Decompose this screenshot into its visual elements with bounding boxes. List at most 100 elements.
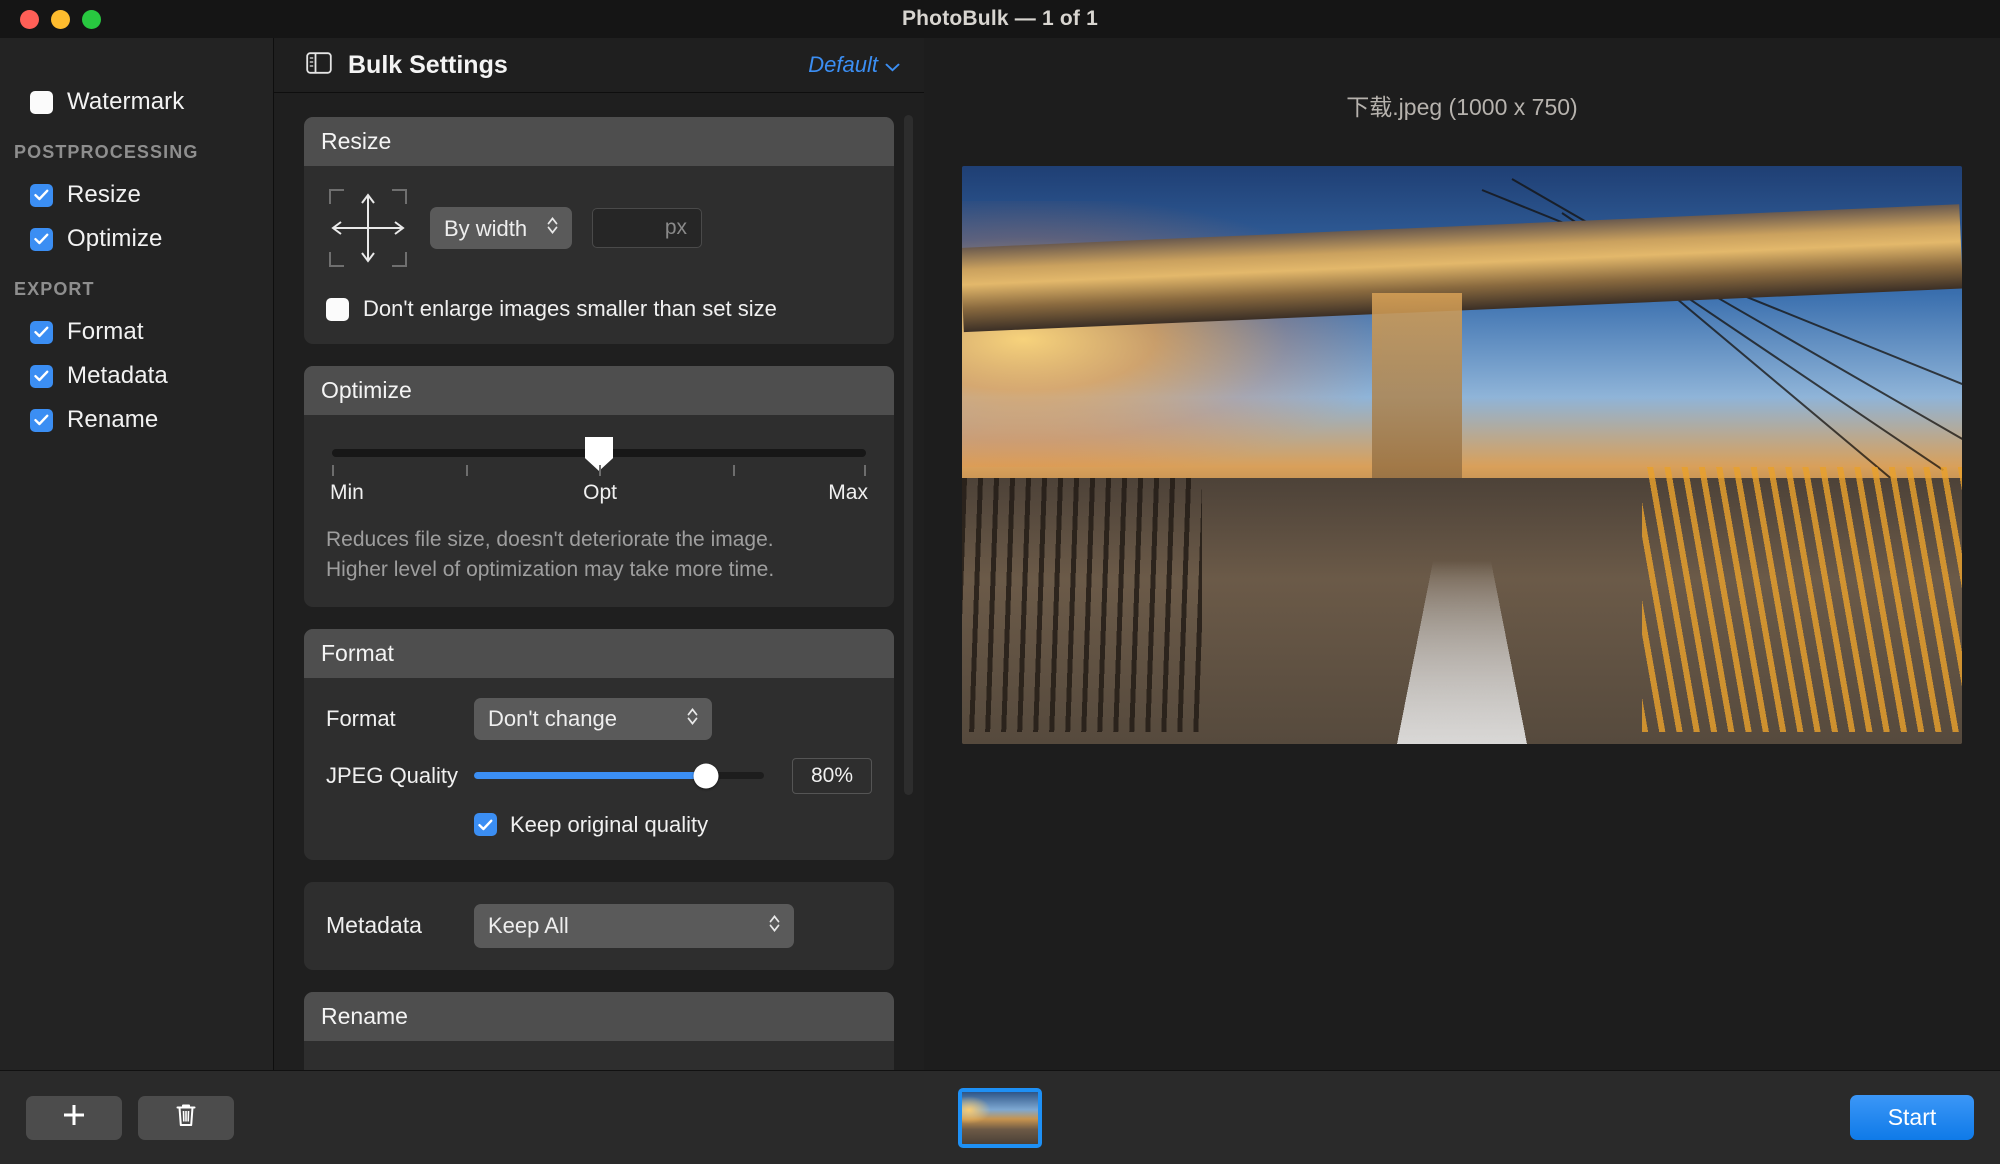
format-select-row: Format Don't changeJPEGPNGTIFFGIFBMPHEIC… <box>326 697 872 740</box>
sidebar-item-label: Watermark <box>67 88 185 115</box>
delete-files-button[interactable] <box>138 1095 234 1140</box>
sidebar-item-rename[interactable]: Rename <box>0 398 273 442</box>
maximize-button[interactable] <box>82 9 101 29</box>
thumbnail-image <box>962 1091 1038 1144</box>
sidebar-item-label: Format <box>67 318 144 345</box>
window-body: Watermark POSTPROCESSING Resize Optimize… <box>0 38 2000 1070</box>
resize-mode-select[interactable]: By widthBy heightBy percentageFree sizeF… <box>430 207 572 249</box>
jpeg-quality-thumb[interactable] <box>693 763 719 789</box>
format-select[interactable]: Don't changeJPEGPNGTIFFGIFBMPHEICWEBP <box>474 697 712 740</box>
optimize-description-line1: Reduces file size, doesn't deteriorate t… <box>326 528 774 551</box>
sidebar-item-label: Optimize <box>67 225 163 252</box>
preview-pane: 下载.jpeg (1000 x 750) <box>924 38 2000 1070</box>
sidebar-group-title-export: EXPORT <box>14 279 95 299</box>
preview-image <box>962 166 1962 744</box>
metadata-card: Metadata Keep AllRemove AllKeep Copyrigh… <box>304 881 894 970</box>
optimize-card-body: Min Opt Max Reduces file size, doesn't d… <box>304 415 894 607</box>
rename-card-header: Rename <box>304 991 894 1041</box>
left-railing <box>962 478 1202 733</box>
sidebar-group-title-postprocessing: POSTPROCESSING <box>14 142 199 162</box>
jpeg-quality-fill <box>474 772 706 780</box>
jpeg-quality-row: JPEG Quality 80% <box>326 757 872 794</box>
resize-card-body: By widthBy heightBy percentageFree sizeF… <box>304 166 894 344</box>
sidebar-item-watermark[interactable]: Watermark <box>0 80 273 124</box>
file-thumbnail[interactable] <box>958 1087 1042 1148</box>
jpeg-quality-slider[interactable] <box>474 763 764 789</box>
sidebar-item-label: Resize <box>67 181 141 208</box>
photobulk-window: PhotoBulk — 1 of 1 Watermark POSTPROCESS… <box>0 0 2000 1164</box>
sidebar: Watermark POSTPROCESSING Resize Optimize… <box>0 38 274 1070</box>
format-checkbox[interactable] <box>30 320 53 344</box>
keep-original-quality-row[interactable]: Keep original quality <box>326 812 872 838</box>
optimize-label-min: Min <box>330 481 364 504</box>
panel-title: Bulk Settings <box>348 50 508 79</box>
resize-checkbox[interactable] <box>30 183 53 207</box>
panel-toggle-icon[interactable] <box>306 51 332 80</box>
no-enlarge-checkbox[interactable] <box>326 297 349 321</box>
format-card-header: Format <box>304 628 894 678</box>
optimize-label-opt: Opt <box>583 481 617 504</box>
optimize-label-max: Max <box>828 481 868 504</box>
resize-dimensions-icon <box>326 186 410 270</box>
metadata-label: Metadata <box>326 912 422 939</box>
optimize-description-line2: Higher level of optimization may take mo… <box>326 557 775 581</box>
sidebar-item-label: Rename <box>67 406 159 433</box>
metadata-row: Metadata Keep AllRemove AllKeep Copyrigh… <box>304 882 894 970</box>
resize-card-header: Resize <box>304 117 894 166</box>
bulk-settings-panel: Bulk Settings Default Resize By width px… <box>274 38 924 1070</box>
optimize-card: Optimize Min Opt Max Reduces file size, … <box>304 366 894 607</box>
resize-size-input[interactable]: px <box>592 208 702 248</box>
trash-icon <box>174 1102 198 1133</box>
sidebar-item-metadata[interactable]: Metadata <box>0 354 273 398</box>
format-field-label: Format <box>326 705 396 731</box>
settings-scrollbar[interactable] <box>904 115 913 795</box>
start-button[interactable]: Start <box>1850 1095 1974 1140</box>
resize-card: Resize By width px Don't enlarge images … <box>304 117 894 344</box>
preview-filename: 下载.jpeg (1000 x 750) <box>1346 94 1578 120</box>
optimize-description: Reduces file size, doesn't deteriorate t… <box>326 525 872 585</box>
close-button[interactable] <box>20 9 39 29</box>
no-enlarge-label: Don't enlarge images smaller than set si… <box>363 296 777 321</box>
sidebar-item-resize[interactable]: Resize <box>0 173 273 217</box>
sidebar-item-optimize[interactable]: Optimize <box>0 217 273 261</box>
window-title: PhotoBulk — 1 of 1 <box>901 7 1099 30</box>
bulk-settings-header: Bulk Settings Default <box>274 38 924 93</box>
keep-original-quality-checkbox[interactable] <box>474 813 497 837</box>
title-bar: PhotoBulk — 1 of 1 <box>0 0 2000 38</box>
metadata-dropdown[interactable]: Keep AllRemove AllKeep Copyright Only <box>474 903 794 948</box>
rename-card-title: Rename <box>321 1002 408 1029</box>
format-dropdown[interactable]: Don't changeJPEGPNGTIFFGIFBMPHEICWEBP <box>474 697 712 740</box>
optimize-card-title: Optimize <box>321 377 412 403</box>
add-files-button[interactable] <box>26 1095 122 1140</box>
keep-original-quality-label: Keep original quality <box>510 811 709 837</box>
metadata-checkbox[interactable] <box>30 364 53 388</box>
resize-card-title: Resize <box>321 128 392 154</box>
optimize-slider-labels: Min Opt Max <box>330 481 868 505</box>
bottom-toolbar: Start <box>0 1070 2000 1164</box>
no-enlarge-row[interactable]: Don't enlarge images smaller than set si… <box>326 296 872 322</box>
format-card-body: Format Don't changeJPEGPNGTIFFGIFBMPHEIC… <box>304 678 894 860</box>
sidebar-item-label: Metadata <box>67 362 168 389</box>
watermark-checkbox[interactable] <box>30 90 53 114</box>
resize-mode-dropdown[interactable]: By widthBy heightBy percentageFree sizeF… <box>430 207 572 249</box>
right-railing <box>1642 466 1962 733</box>
settings-scroll-area[interactable]: Resize By width px Don't enlarge images … <box>274 93 924 1070</box>
preset-selector[interactable]: Default <box>808 52 900 78</box>
metadata-select[interactable]: Keep AllRemove AllKeep Copyright Only <box>474 903 794 948</box>
format-card: Format Format Don't changeJPEGPNGTIFFGIF… <box>304 628 894 860</box>
optimize-slider-ticks <box>332 465 866 479</box>
chevron-down-icon <box>885 52 900 78</box>
format-card-title: Format <box>321 639 394 666</box>
jpeg-quality-label: JPEG Quality <box>326 762 459 788</box>
traffic-lights <box>0 9 101 29</box>
plus-icon <box>61 1102 87 1133</box>
optimize-checkbox[interactable] <box>30 227 53 251</box>
optimize-card-header: Optimize <box>304 366 894 415</box>
preset-label: Default <box>808 52 878 77</box>
optimize-slider[interactable] <box>332 437 866 471</box>
rename-checkbox[interactable] <box>30 408 53 432</box>
sidebar-item-format[interactable]: Format <box>0 310 273 354</box>
rename-card: Rename <box>304 991 894 1070</box>
minimize-button[interactable] <box>51 9 70 29</box>
jpeg-quality-value[interactable]: 80% <box>792 757 872 794</box>
